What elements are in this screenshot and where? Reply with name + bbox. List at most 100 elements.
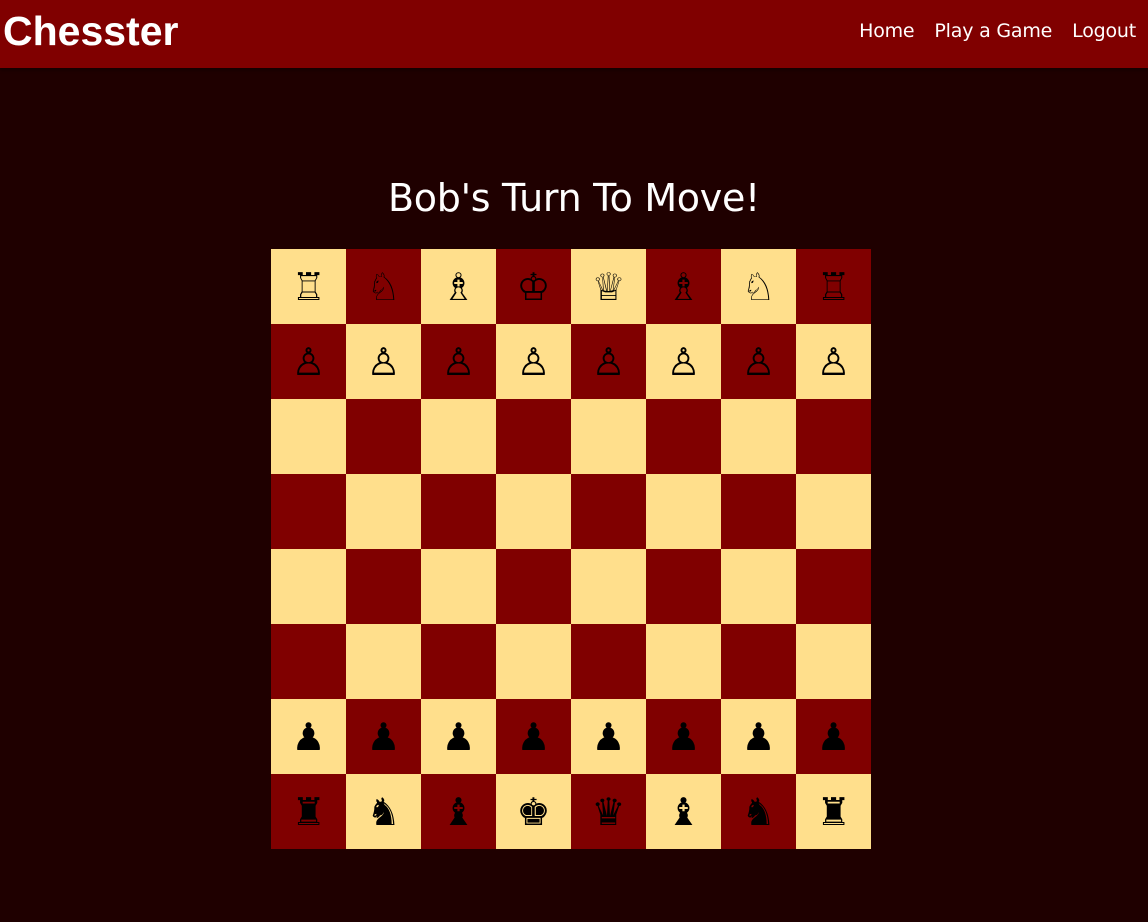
board-square-h8[interactable]: ♖ — [796, 249, 871, 324]
black-pawn-icon[interactable]: ♟ — [441, 718, 475, 756]
board-square-c1[interactable]: ♝ — [421, 774, 496, 849]
board-square-f4[interactable] — [646, 549, 721, 624]
white-knight-icon[interactable]: ♘ — [741, 268, 775, 306]
board-square-e6[interactable] — [571, 399, 646, 474]
black-rook-icon[interactable]: ♜ — [291, 793, 325, 831]
board-square-a4[interactable] — [271, 549, 346, 624]
black-pawn-icon[interactable]: ♟ — [741, 718, 775, 756]
white-pawn-icon[interactable]: ♙ — [816, 343, 850, 381]
board-square-c2[interactable]: ♟ — [421, 699, 496, 774]
board-square-g1[interactable]: ♞ — [721, 774, 796, 849]
nav-link-home[interactable]: Home — [859, 19, 915, 43]
white-pawn-icon[interactable]: ♙ — [291, 343, 325, 381]
white-bishop-icon[interactable]: ♗ — [441, 268, 475, 306]
white-bishop-icon[interactable]: ♗ — [666, 268, 700, 306]
board-square-h5[interactable] — [796, 474, 871, 549]
black-king-icon[interactable]: ♚ — [516, 793, 550, 831]
board-square-e2[interactable]: ♟ — [571, 699, 646, 774]
board-square-a2[interactable]: ♟ — [271, 699, 346, 774]
board-square-a5[interactable] — [271, 474, 346, 549]
board-square-e7[interactable]: ♙ — [571, 324, 646, 399]
brand-logo[interactable]: Chesster — [3, 7, 178, 55]
black-knight-icon[interactable]: ♞ — [366, 793, 400, 831]
board-square-c4[interactable] — [421, 549, 496, 624]
black-pawn-icon[interactable]: ♟ — [516, 718, 550, 756]
board-square-c7[interactable]: ♙ — [421, 324, 496, 399]
board-square-c3[interactable] — [421, 624, 496, 699]
board-square-f5[interactable] — [646, 474, 721, 549]
board-square-c6[interactable] — [421, 399, 496, 474]
board-square-g4[interactable] — [721, 549, 796, 624]
board-square-c5[interactable] — [421, 474, 496, 549]
white-knight-icon[interactable]: ♘ — [366, 268, 400, 306]
white-pawn-icon[interactable]: ♙ — [741, 343, 775, 381]
board-square-e1[interactable]: ♛ — [571, 774, 646, 849]
black-knight-icon[interactable]: ♞ — [741, 793, 775, 831]
board-square-d6[interactable] — [496, 399, 571, 474]
board-square-c8[interactable]: ♗ — [421, 249, 496, 324]
black-pawn-icon[interactable]: ♟ — [591, 718, 625, 756]
black-queen-icon[interactable]: ♛ — [591, 793, 625, 831]
board-square-b6[interactable] — [346, 399, 421, 474]
black-pawn-icon[interactable]: ♟ — [816, 718, 850, 756]
white-pawn-icon[interactable]: ♙ — [666, 343, 700, 381]
board-square-e3[interactable] — [571, 624, 646, 699]
board-square-h4[interactable] — [796, 549, 871, 624]
white-pawn-icon[interactable]: ♙ — [366, 343, 400, 381]
white-king-icon[interactable]: ♔ — [516, 268, 550, 306]
board-square-e8[interactable]: ♕ — [571, 249, 646, 324]
board-square-g2[interactable]: ♟ — [721, 699, 796, 774]
white-pawn-icon[interactable]: ♙ — [591, 343, 625, 381]
board-square-b7[interactable]: ♙ — [346, 324, 421, 399]
board-square-d7[interactable]: ♙ — [496, 324, 571, 399]
board-square-d3[interactable] — [496, 624, 571, 699]
board-square-d1[interactable]: ♚ — [496, 774, 571, 849]
board-square-a7[interactable]: ♙ — [271, 324, 346, 399]
board-square-d4[interactable] — [496, 549, 571, 624]
black-pawn-icon[interactable]: ♟ — [666, 718, 700, 756]
board-square-g6[interactable] — [721, 399, 796, 474]
black-pawn-icon[interactable]: ♟ — [291, 718, 325, 756]
board-square-b1[interactable]: ♞ — [346, 774, 421, 849]
board-square-b8[interactable]: ♘ — [346, 249, 421, 324]
board-square-h6[interactable] — [796, 399, 871, 474]
board-square-b4[interactable] — [346, 549, 421, 624]
board-square-a3[interactable] — [271, 624, 346, 699]
white-rook-icon[interactable]: ♖ — [291, 268, 325, 306]
board-square-g8[interactable]: ♘ — [721, 249, 796, 324]
board-square-d5[interactable] — [496, 474, 571, 549]
board-square-g3[interactable] — [721, 624, 796, 699]
black-rook-icon[interactable]: ♜ — [816, 793, 850, 831]
board-square-b3[interactable] — [346, 624, 421, 699]
white-queen-icon[interactable]: ♕ — [591, 268, 625, 306]
black-pawn-icon[interactable]: ♟ — [366, 718, 400, 756]
board-square-b5[interactable] — [346, 474, 421, 549]
board-square-f1[interactable]: ♝ — [646, 774, 721, 849]
board-square-a1[interactable]: ♜ — [271, 774, 346, 849]
black-bishop-icon[interactable]: ♝ — [441, 793, 475, 831]
board-square-e5[interactable] — [571, 474, 646, 549]
board-square-h1[interactable]: ♜ — [796, 774, 871, 849]
board-square-d8[interactable]: ♔ — [496, 249, 571, 324]
board-square-f3[interactable] — [646, 624, 721, 699]
board-square-g5[interactable] — [721, 474, 796, 549]
white-pawn-icon[interactable]: ♙ — [516, 343, 550, 381]
board-square-a6[interactable] — [271, 399, 346, 474]
board-square-h7[interactable]: ♙ — [796, 324, 871, 399]
board-square-f7[interactable]: ♙ — [646, 324, 721, 399]
white-rook-icon[interactable]: ♖ — [816, 268, 850, 306]
board-square-a8[interactable]: ♖ — [271, 249, 346, 324]
board-square-f2[interactable]: ♟ — [646, 699, 721, 774]
board-square-h2[interactable]: ♟ — [796, 699, 871, 774]
white-pawn-icon[interactable]: ♙ — [441, 343, 475, 381]
board-square-f6[interactable] — [646, 399, 721, 474]
board-square-b2[interactable]: ♟ — [346, 699, 421, 774]
board-square-h3[interactable] — [796, 624, 871, 699]
board-square-g7[interactable]: ♙ — [721, 324, 796, 399]
black-bishop-icon[interactable]: ♝ — [666, 793, 700, 831]
board-square-e4[interactable] — [571, 549, 646, 624]
nav-link-logout[interactable]: Logout — [1072, 19, 1136, 43]
board-square-f8[interactable]: ♗ — [646, 249, 721, 324]
board-square-d2[interactable]: ♟ — [496, 699, 571, 774]
nav-link-play-a-game[interactable]: Play a Game — [934, 19, 1052, 43]
